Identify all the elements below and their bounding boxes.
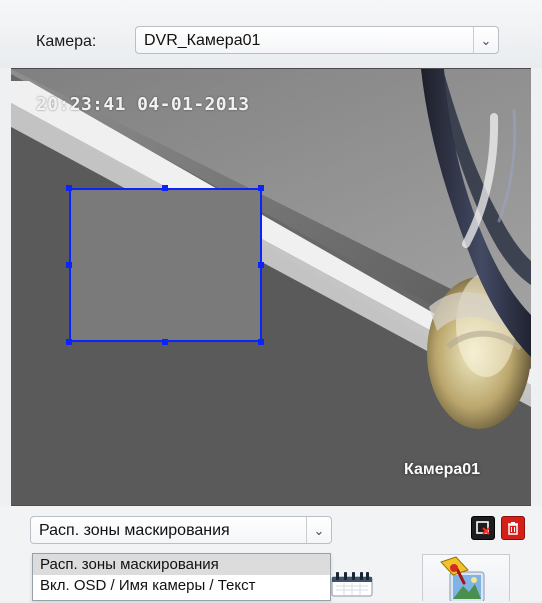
delete-zone-button[interactable] [471,516,495,540]
resize-handle-top-right[interactable] [258,185,264,191]
mask-settings-panel: Расп. зоны маскирования ⌄ Расп. зоны мас… [0,506,542,601]
resize-handle-bottom-right[interactable] [258,339,264,345]
image-pin-button[interactable] [422,554,510,601]
delete-zone-icon [476,521,490,535]
video-timestamp: 20:23:41 04-01-2013 [36,94,250,115]
resize-handle-top-left[interactable] [66,185,72,191]
chevron-down-icon[interactable]: ⌄ [306,517,331,543]
chevron-down-icon[interactable]: ⌄ [473,27,498,53]
privacy-mask-zone[interactable] [69,188,262,342]
mask-mode-dropdown[interactable]: Расп. зоны маскирования Вкл. OSD / Имя к… [32,553,331,601]
mask-mode-value: Расп. зоны маскирования [39,522,230,539]
camera-preview[interactable]: 20:23:41 04-01-2013 Камера01 [11,68,531,506]
image-pin-icon [440,556,485,601]
resize-handle-middle-right[interactable] [258,262,264,268]
camera-label: Камера: [36,33,97,50]
camera-select[interactable]: DVR_Камера01 ⌄ [135,26,499,54]
resize-handle-bottom-left[interactable] [66,339,72,345]
dropdown-option-mask-zone[interactable]: Расп. зоны маскирования [33,554,330,575]
resize-handle-middle-left[interactable] [66,262,72,268]
trash-icon [508,522,518,535]
resize-handle-top-center[interactable] [162,185,168,191]
camera-toolbar: Камера: DVR_Камера01 ⌄ [0,0,542,68]
delete-all-button[interactable] [501,516,525,540]
mask-mode-select[interactable]: Расп. зоны маскирования ⌄ [30,516,332,544]
calendar-icon [331,572,373,597]
camera-name-overlay: Камера01 [404,461,481,478]
camera-select-value: DVR_Камера01 [144,32,261,49]
dropdown-option-osd-camera-text[interactable]: Вкл. OSD / Имя камеры / Текст [33,575,330,596]
resize-handle-bottom-center[interactable] [162,339,168,345]
calendar-button[interactable] [330,570,374,598]
